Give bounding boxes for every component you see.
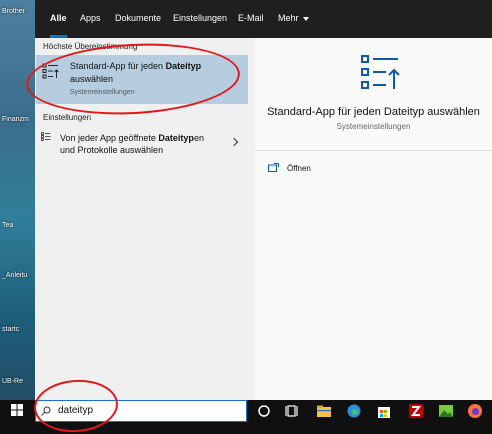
best-match-subtitle: Systemeinstellungen xyxy=(70,89,135,96)
default-apps-icon xyxy=(42,63,59,79)
settings-heading: Einstellungen xyxy=(43,113,92,122)
desktop-icon-label[interactable]: Finanzm xyxy=(2,116,29,123)
tab-more-label: Mehr xyxy=(278,13,299,23)
tab-settings[interactable]: Einstellungen xyxy=(173,0,227,38)
tab-documents[interactable]: Dokumente xyxy=(115,0,161,38)
edge-icon[interactable] xyxy=(346,403,362,419)
cortana-icon[interactable] xyxy=(256,403,272,419)
search-flyout: Alle Apps Dokumente Einstellungen E-Mail… xyxy=(35,0,492,400)
setting-result-title-line2: und Protokolle auswählen xyxy=(60,145,164,155)
best-match-title: Standard-App für jeden Dateityp xyxy=(70,61,202,71)
task-view-icon[interactable] xyxy=(285,403,301,419)
preview-subtitle: Systemeinstellungen xyxy=(336,122,411,131)
desktop-icon-label[interactable]: _Anleitu xyxy=(2,272,27,279)
search-icon xyxy=(41,406,51,416)
desktop-icon-label[interactable]: UB-Re xyxy=(2,378,23,385)
taskbar: dateityp xyxy=(0,400,492,434)
setting-result-item[interactable]: Von jeder App geöffnete Dateitypen und P… xyxy=(35,130,255,158)
firefox-icon[interactable] xyxy=(467,403,483,419)
tab-more[interactable]: Mehr xyxy=(278,0,309,38)
search-tabs: Alle Apps Dokumente Einstellungen E-Mail… xyxy=(35,0,492,38)
list-settings-icon xyxy=(41,132,51,141)
preview-pane: Standard-App für jeden Dateityp auswähle… xyxy=(255,38,492,400)
best-match-item[interactable]: Standard-App für jeden Dateityp auswähle… xyxy=(36,55,248,104)
search-input[interactable]: dateityp xyxy=(58,405,93,416)
open-window-icon xyxy=(268,163,279,172)
windows-start-icon[interactable] xyxy=(11,404,23,416)
desktop-icon-label[interactable]: startc xyxy=(2,326,19,333)
best-match-title-line2: auswählen xyxy=(70,74,114,84)
store-icon[interactable] xyxy=(376,403,392,419)
preview-title: Standard-App für jeden Dateityp auswähle… xyxy=(267,106,480,118)
photos-icon[interactable] xyxy=(438,403,454,419)
divider xyxy=(255,150,492,151)
taskbar-search-box[interactable]: dateityp xyxy=(35,400,247,422)
chevron-right-icon[interactable] xyxy=(229,137,239,147)
results-pane: Höchste Übereinstimmung Standard-App für… xyxy=(35,38,255,400)
setting-result-title: Von jeder App geöffnete Dateitypen xyxy=(60,133,204,143)
tab-apps[interactable]: Apps xyxy=(80,0,101,38)
file-explorer-icon[interactable] xyxy=(316,403,332,419)
default-apps-large-icon xyxy=(361,55,400,89)
tab-email[interactable]: E-Mail xyxy=(238,0,264,38)
desktop-icon-label[interactable]: Tea xyxy=(2,222,13,229)
open-action-label: Öffnen xyxy=(287,164,311,173)
filezilla-icon[interactable] xyxy=(408,403,424,419)
tab-all[interactable]: Alle xyxy=(50,0,67,38)
desktop-icon-label[interactable]: Brother xyxy=(2,8,25,15)
desktop-background: Brother Finanzm Tea _Anleitu startc UB-R… xyxy=(0,0,35,400)
best-match-heading: Höchste Übereinstimmung xyxy=(43,42,138,51)
